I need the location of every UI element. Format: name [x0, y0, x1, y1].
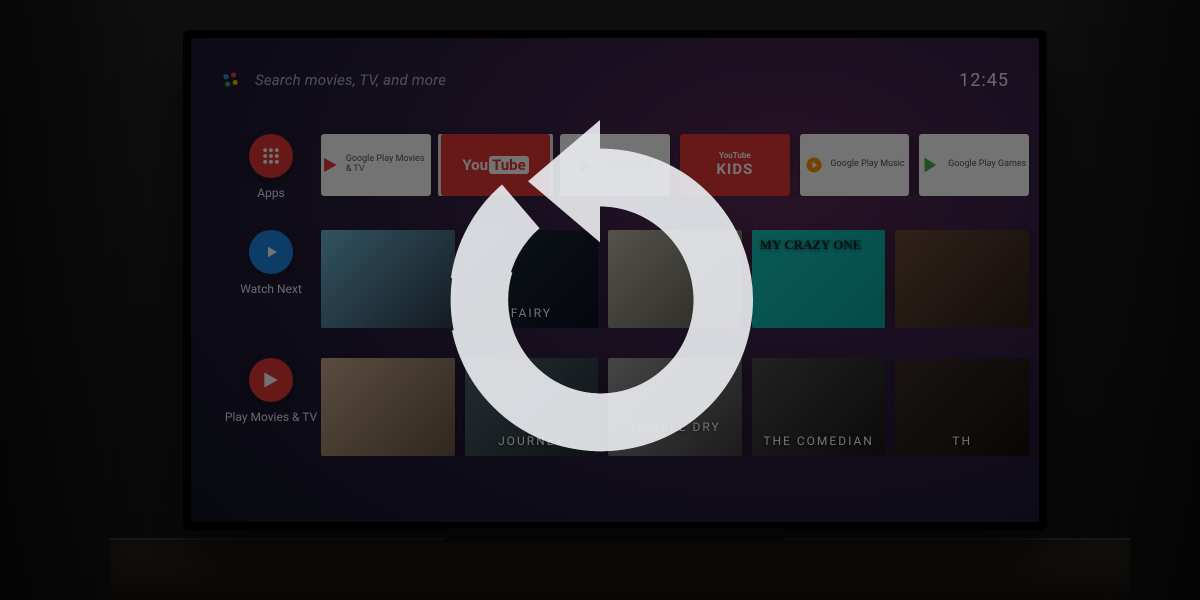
- app-tile-play-movies[interactable]: Google Play Movies & TV: [321, 134, 431, 196]
- wall-shadow: [1020, 0, 1200, 600]
- apps-tiles: Google Play Movies & TV YouTube YouTube …: [321, 134, 1039, 196]
- row-header-apps[interactable]: Apps: [221, 134, 321, 200]
- app-tile-play-music[interactable]: Google Play Music: [800, 134, 910, 196]
- voice-search-icon[interactable]: [221, 70, 241, 90]
- content-tile[interactable]: TH: [895, 358, 1029, 456]
- content-tile[interactable]: [608, 230, 742, 328]
- row-label: Apps: [257, 186, 285, 200]
- television: Search movies, TV, and more 12:45 Apps: [185, 32, 1045, 528]
- row-header-play-movies[interactable]: Play Movies & TV: [221, 358, 321, 424]
- content-tile[interactable]: JOURNEY: [465, 358, 599, 456]
- row-watch-next: Watch Next FAIRY MY CRAZY ONE: [221, 230, 1039, 328]
- content-tile[interactable]: [321, 358, 455, 456]
- apps-icon: [249, 134, 293, 178]
- content-tile[interactable]: [895, 230, 1029, 328]
- content-tile[interactable]: [321, 230, 455, 328]
- content-tile[interactable]: THE COMEDIAN: [752, 358, 886, 456]
- play-icon: [249, 230, 293, 274]
- top-bar: Search movies, TV, and more 12:45: [191, 58, 1039, 102]
- app-tile-google-play[interactable]: Google Play: [560, 134, 670, 196]
- app-tile-play-games[interactable]: Google Play Games: [919, 134, 1029, 196]
- room-background: Search movies, TV, and more 12:45 Apps: [0, 0, 1200, 600]
- search-input[interactable]: Search movies, TV, and more: [255, 71, 446, 89]
- row-play-movies: Play Movies & TV JOURNEY TUMBLE DRY THE …: [221, 358, 1039, 456]
- tv-console: [110, 538, 1130, 600]
- content-rows: Apps Google Play Movies & TV YouTube You…: [221, 134, 1039, 522]
- content-tile[interactable]: TUMBLE DRY: [608, 358, 742, 456]
- app-tile-youtube[interactable]: YouTube YouTube: [441, 134, 551, 196]
- content-tile[interactable]: MY CRAZY ONE: [752, 230, 886, 328]
- wall-shadow: [0, 0, 180, 600]
- play-movies-tiles: JOURNEY TUMBLE DRY THE COMEDIAN TH: [321, 358, 1039, 456]
- row-label: Watch Next: [240, 282, 302, 296]
- watch-next-tiles: FAIRY MY CRAZY ONE: [321, 230, 1039, 328]
- app-tile-youtube-kids[interactable]: YouTube KIDS: [680, 134, 790, 196]
- tv-stand: [445, 528, 785, 542]
- row-header-watch-next[interactable]: Watch Next: [221, 230, 321, 296]
- play-movies-icon: [249, 358, 293, 402]
- content-tile[interactable]: FAIRY: [465, 230, 599, 328]
- row-label: Play Movies & TV: [225, 410, 317, 424]
- row-apps: Apps Google Play Movies & TV YouTube You…: [221, 134, 1039, 200]
- tv-screen: Search movies, TV, and more 12:45 Apps: [191, 38, 1039, 522]
- clock: 12:45: [959, 70, 1009, 91]
